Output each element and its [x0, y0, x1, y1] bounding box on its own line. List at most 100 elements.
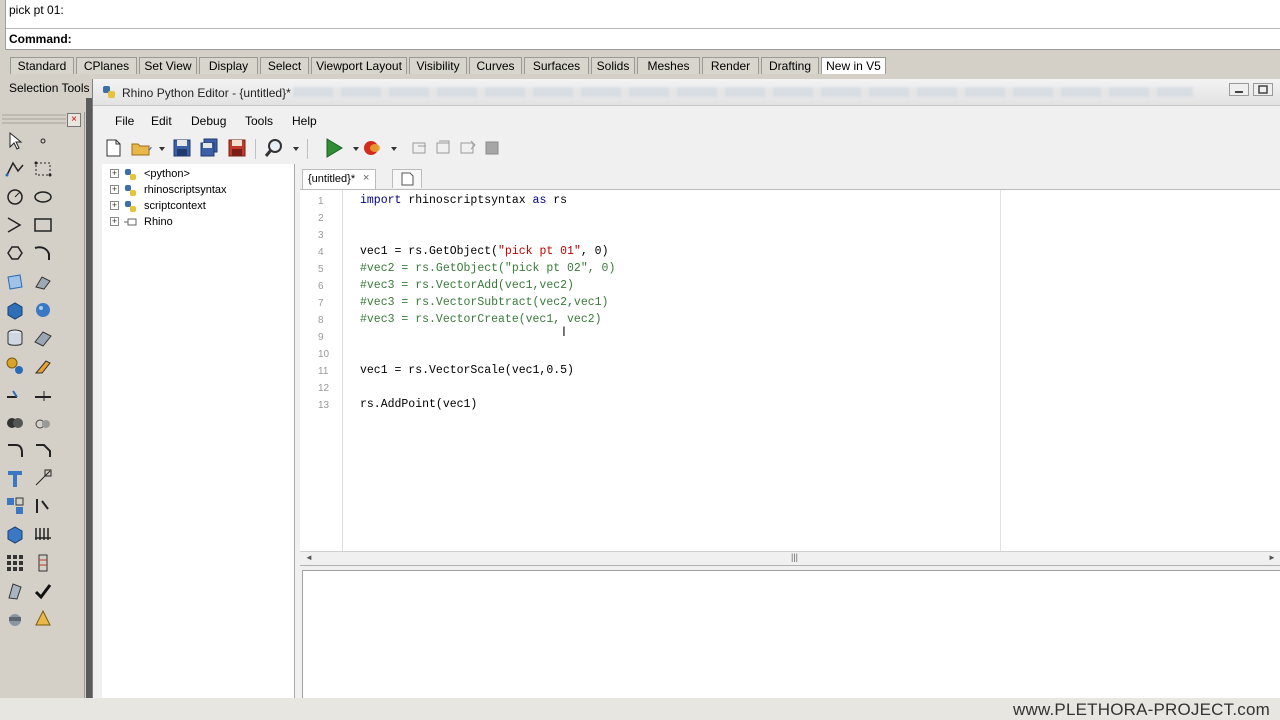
expand-icon[interactable]: +	[110, 185, 119, 194]
arc-icon[interactable]	[4, 214, 26, 236]
polyline-icon[interactable]	[4, 158, 26, 180]
tab-curves[interactable]: Curves	[469, 57, 522, 74]
grid-icon[interactable]	[4, 552, 26, 574]
save-as-icon[interactable]	[226, 137, 248, 159]
save-icon[interactable]	[171, 137, 193, 159]
scroll-left-icon[interactable]: ◄	[305, 553, 313, 562]
hatch-icon[interactable]	[32, 523, 54, 545]
polygon-icon[interactable]	[4, 242, 26, 264]
array-icon[interactable]	[4, 495, 26, 517]
maximize-button[interactable]	[1253, 83, 1273, 96]
menu-edit[interactable]: Edit	[151, 114, 172, 128]
analyze-icon[interactable]	[4, 580, 26, 602]
command-line[interactable]: Command:	[0, 29, 1280, 50]
select-arrow-icon[interactable]	[4, 130, 26, 152]
expand-icon[interactable]: +	[110, 201, 119, 210]
blend-icon[interactable]	[32, 495, 54, 517]
tab-render[interactable]: Render	[702, 57, 759, 74]
layer-icon[interactable]	[32, 552, 54, 574]
code-line[interactable]: import rhinoscriptsyntax as rs	[360, 194, 567, 207]
tab-visibility[interactable]: Visibility	[409, 57, 467, 74]
tab-drafting[interactable]: Drafting	[761, 57, 819, 74]
fillet-icon[interactable]	[4, 439, 26, 461]
code-line[interactable]: #vec3 = rs.VectorSubtract(vec2,vec1)	[360, 296, 608, 309]
freeform-curve-icon[interactable]	[32, 242, 54, 264]
code-line[interactable]: #vec3 = rs.VectorAdd(vec1,vec2)	[360, 279, 574, 292]
menu-tools[interactable]: Tools	[245, 114, 273, 128]
tab-new-in-v5[interactable]: New in V5	[821, 57, 886, 74]
tab-standard[interactable]: Standard	[10, 57, 74, 74]
dimension-icon[interactable]	[32, 467, 54, 489]
light-icon[interactable]	[32, 608, 54, 630]
check-icon[interactable]	[32, 580, 54, 602]
record-icon[interactable]	[361, 137, 383, 159]
tree-item-label: rhinoscriptsyntax	[144, 184, 227, 196]
group-icon[interactable]	[4, 523, 26, 545]
boolean-union-icon[interactable]	[4, 411, 26, 433]
editor-titlebar[interactable]: Rhino Python Editor - {untitled}*	[93, 79, 1280, 106]
expand-icon[interactable]: +	[110, 169, 119, 178]
output-panel[interactable]	[302, 570, 1280, 700]
menu-help[interactable]: Help	[292, 114, 317, 128]
palette-grip[interactable]	[2, 114, 66, 126]
new-file-icon[interactable]	[102, 137, 124, 159]
split-icon[interactable]	[4, 383, 26, 405]
tab-display[interactable]: Display	[199, 57, 258, 74]
sphere-icon[interactable]	[32, 299, 54, 321]
code-line[interactable]: vec1 = rs.VectorScale(vec1,0.5)	[360, 364, 574, 377]
menu-file[interactable]: File	[115, 114, 134, 128]
horizontal-scrollbar[interactable]: ◄ ||| ►	[300, 551, 1280, 566]
scroll-right-icon[interactable]: ►	[1268, 553, 1276, 562]
trim-icon[interactable]	[32, 355, 54, 377]
selection-tools-label[interactable]: Selection Tools	[9, 81, 90, 95]
open-folder-icon[interactable]	[130, 137, 152, 159]
palette-close-icon[interactable]: ×	[67, 113, 81, 127]
step-over-icon[interactable]	[433, 137, 455, 159]
record-dropdown-icon[interactable]	[383, 137, 397, 159]
step-out-icon[interactable]	[457, 137, 479, 159]
find-dropdown-icon[interactable]	[285, 137, 299, 159]
step-into-icon[interactable]	[409, 137, 431, 159]
circle-icon[interactable]	[4, 186, 26, 208]
stop-icon[interactable]	[481, 137, 503, 159]
tab-viewport-layout[interactable]: Viewport Layout	[311, 57, 407, 74]
box-solid-icon[interactable]	[4, 299, 26, 321]
tab-meshes[interactable]: Meshes	[637, 57, 700, 74]
surface-corner-points-icon[interactable]	[4, 271, 26, 293]
ellipse-icon[interactable]	[32, 186, 54, 208]
boolean-difference-icon[interactable]	[32, 411, 54, 433]
expand-icon[interactable]: +	[110, 217, 119, 226]
transform-gear-icon[interactable]	[4, 355, 26, 377]
save-all-icon[interactable]	[198, 137, 220, 159]
code-line[interactable]: vec1 = rs.GetObject("pick pt 01", 0)	[360, 245, 608, 258]
curve-control-points-icon[interactable]	[32, 158, 54, 180]
code-editor[interactable]: 1 2 3 4 5 6 7 8 9 10 11 12 13 I import rhinoscriptsy…	[300, 190, 1280, 551]
scroll-thumb[interactable]: |||	[791, 552, 798, 562]
code-line[interactable]: rs.AddPoint(vec1)	[360, 398, 477, 411]
cylinder-icon[interactable]	[4, 327, 26, 349]
tab-select[interactable]: Select	[260, 57, 309, 74]
code-line[interactable]: #vec3 = rs.VectorCreate(vec1, vec2)	[360, 313, 602, 326]
code-line[interactable]: #vec2 = rs.GetObject("pick pt 02", 0)	[360, 262, 615, 275]
point-icon[interactable]	[32, 130, 54, 152]
tab-solids[interactable]: Solids	[591, 57, 635, 74]
new-document-tab[interactable]	[392, 169, 422, 188]
extend-icon[interactable]	[32, 383, 54, 405]
open-dropdown-icon[interactable]	[151, 137, 165, 159]
close-tab-icon[interactable]: ×	[363, 172, 369, 184]
tab-set-view[interactable]: Set View	[139, 57, 197, 74]
tab-cplanes[interactable]: CPlanes	[76, 57, 137, 74]
chamfer-icon[interactable]	[32, 439, 54, 461]
tab-surfaces[interactable]: Surfaces	[524, 57, 589, 74]
run-icon[interactable]	[323, 137, 345, 159]
tab-untitled[interactable]: {untitled}* ×	[302, 169, 376, 189]
extrude-curve-icon[interactable]	[32, 271, 54, 293]
minimize-button[interactable]	[1229, 83, 1249, 96]
render-icon[interactable]	[4, 608, 26, 630]
run-dropdown-icon[interactable]	[345, 137, 359, 159]
find-icon[interactable]	[263, 137, 285, 159]
menu-debug[interactable]: Debug	[191, 114, 226, 128]
rectangle-icon[interactable]	[32, 214, 54, 236]
planar-surface-icon[interactable]	[32, 327, 54, 349]
text-icon[interactable]	[4, 467, 26, 489]
